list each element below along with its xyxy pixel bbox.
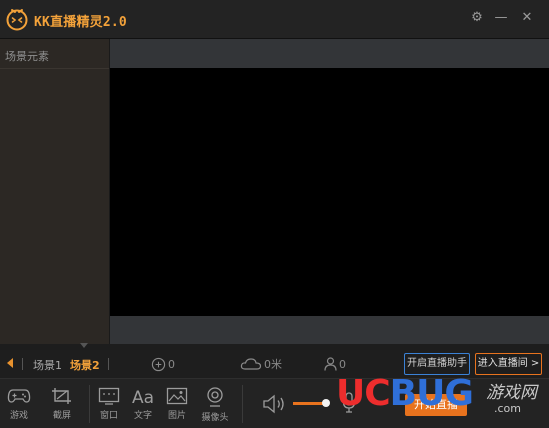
screenshot-source-button[interactable]: 截屏 [44, 383, 80, 425]
close-icon[interactable]: ✕ [519, 10, 535, 26]
window-source-label: 窗口 [99, 411, 118, 421]
screenshot-source-label: 截屏 [52, 411, 71, 421]
collapse-arrow-icon[interactable] [80, 343, 88, 348]
scene-prev-arrow-icon[interactable] [7, 358, 13, 368]
viewer-stat: 0 [324, 355, 346, 373]
preview-bottom-strip [110, 316, 549, 344]
scene-elements-header: 场景元素 [0, 39, 109, 69]
settings-gear-icon[interactable]: ⚙ [469, 10, 485, 26]
cloud-icon [240, 358, 262, 370]
enter-live-room-button[interactable]: 进入直播间 > [475, 353, 542, 375]
text-icon: Aa [132, 388, 154, 405]
camera-source-button[interactable]: 摄像头 [197, 383, 233, 425]
gamepad-icon [7, 389, 31, 403]
title-bar: KK直播精灵2.0 ⚙ — ✕ [0, 0, 549, 39]
toolbar-divider [242, 385, 243, 423]
person-icon [324, 357, 337, 371]
cloud-stat: 0米 [240, 355, 282, 373]
viewer-count: 0 [339, 357, 346, 371]
start-live-button[interactable]: 开始直播 [405, 394, 467, 416]
gift-icon [151, 357, 166, 371]
cloud-count: 0米 [264, 358, 282, 371]
game-source-button[interactable]: 游戏 [1, 383, 37, 425]
app-logo-icon [6, 9, 28, 31]
volume-slider-handle[interactable] [322, 399, 330, 407]
image-source-button[interactable]: 图片 [159, 383, 195, 425]
open-assistant-button[interactable]: 开启直播助手 [404, 353, 470, 375]
text-source-button[interactable]: Aa 文字 [125, 383, 161, 425]
image-source-label: 图片 [167, 411, 186, 421]
text-source-label: 文字 [133, 411, 152, 421]
gift-count: 0 [168, 357, 175, 371]
scene-bar: 场景1 场景2 0 0米 0 开启直播助手 进入直播间 > [0, 350, 549, 379]
scene-elements-panel: 场景元素 [0, 39, 110, 344]
speaker-volume-icon[interactable] [262, 393, 288, 415]
live-preview-canvas[interactable] [110, 68, 549, 316]
game-source-label: 游戏 [9, 411, 28, 421]
tab-scene-2[interactable]: 场景2 [70, 357, 100, 373]
window-icon [98, 387, 120, 405]
minimize-icon[interactable]: — [493, 10, 509, 26]
gift-stat: 0 [151, 355, 175, 373]
divider [22, 358, 23, 370]
toolbar-divider [89, 385, 90, 423]
divider [108, 358, 109, 370]
image-icon [166, 387, 188, 405]
svg-text:Aa: Aa [132, 388, 154, 405]
camera-icon [207, 387, 223, 407]
crop-icon [52, 388, 71, 404]
microphone-icon[interactable] [342, 392, 356, 414]
tab-scene-1[interactable]: 场景1 [33, 357, 62, 373]
window-source-button[interactable]: 窗口 [91, 383, 127, 425]
app-title: KK直播精灵2.0 [34, 15, 127, 30]
preview-top-strip [110, 39, 549, 68]
camera-source-label: 摄像头 [201, 413, 229, 423]
